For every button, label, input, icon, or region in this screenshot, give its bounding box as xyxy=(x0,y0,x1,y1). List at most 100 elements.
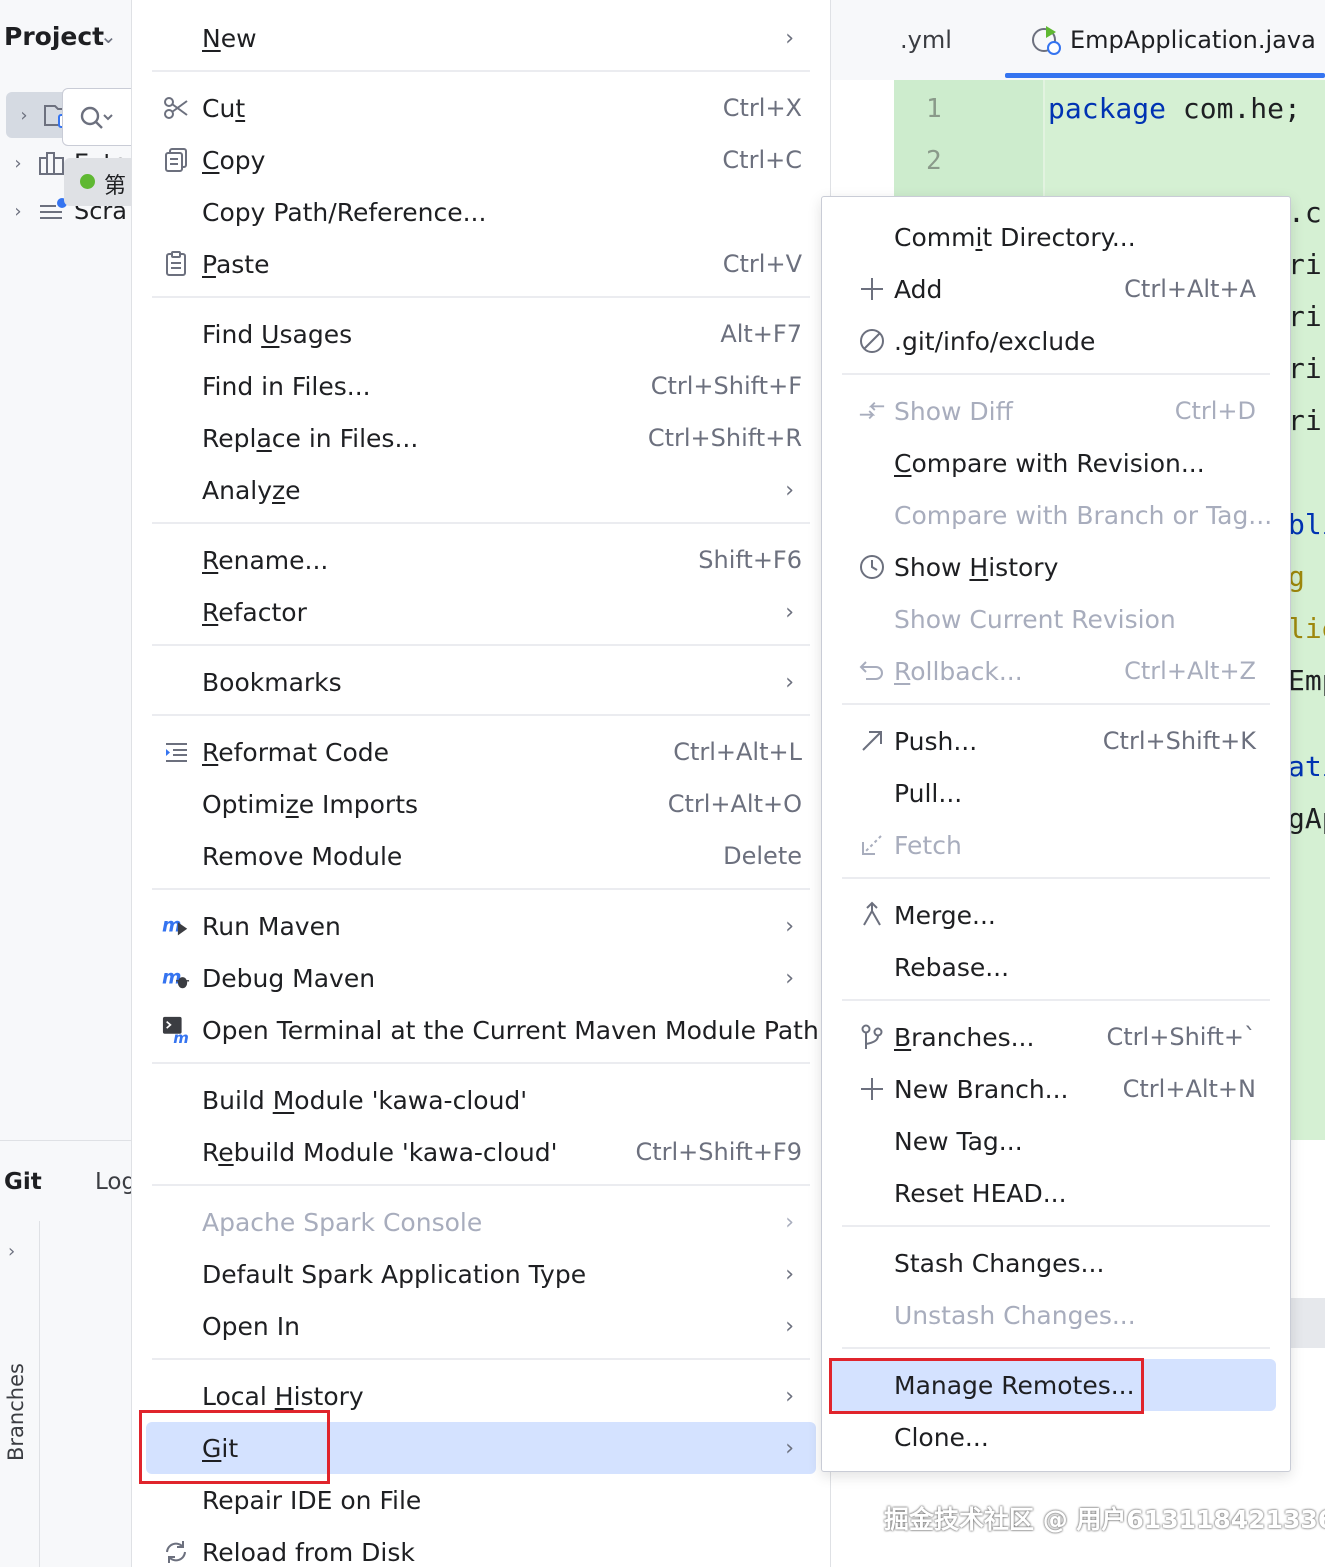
menu-item-new-tag[interactable]: New Tag... xyxy=(830,1115,1276,1167)
menu-item-label: Rebase... xyxy=(894,952,1010,982)
menu-item-label: Repair IDE on File xyxy=(202,1485,422,1515)
menu-item-show-history[interactable]: Show History xyxy=(830,541,1276,593)
menu-item-reset-head[interactable]: Reset HEAD... xyxy=(830,1167,1276,1219)
clipboard-icon xyxy=(162,250,190,278)
code-text: com.he; xyxy=(1166,92,1301,125)
shortcut-label: Ctrl+D xyxy=(1174,397,1256,425)
menu-item-run-maven[interactable]: m Run Maven › xyxy=(146,900,816,952)
mnemonic-letter: M xyxy=(272,1085,295,1115)
menu-item-new-branch[interactable]: New Branch... Ctrl+Alt+N xyxy=(830,1063,1276,1115)
tab-yml[interactable]: .yml xyxy=(900,26,952,54)
mnemonic-letter: C xyxy=(894,448,912,478)
editor-row-highlight xyxy=(1288,1298,1325,1348)
menu-item-default-spark-app-type[interactable]: Default Spark Application Type › xyxy=(146,1248,816,1300)
chevron-right-icon[interactable]: › xyxy=(0,201,36,222)
shortcut-label: Ctrl+V xyxy=(722,250,802,278)
menu-item-copy[interactable]: Copy Ctrl+C xyxy=(146,134,816,186)
menu-item-branches[interactable]: Branches... Ctrl+Shift+` xyxy=(830,1011,1276,1063)
mnemonic-letter: z xyxy=(272,475,286,505)
mnemonic-letter: C xyxy=(202,145,220,175)
history-icon xyxy=(858,553,886,581)
menu-item-stash-changes[interactable]: Stash Changes... xyxy=(830,1237,1276,1289)
chevron-down-icon[interactable]: ⌄ xyxy=(100,24,117,48)
menu-item-refactor[interactable]: Refactor › xyxy=(146,586,816,638)
menu-item-find-usages[interactable]: Find Usages Alt+F7 xyxy=(146,308,816,360)
code-fragment: bli xyxy=(1288,508,1325,541)
menu-item-paste[interactable]: Paste Ctrl+V xyxy=(146,238,816,290)
search-icon xyxy=(80,106,113,129)
menu-item-cut[interactable]: Cut Ctrl+X xyxy=(146,82,816,134)
tab-log[interactable]: Log xyxy=(95,1169,136,1195)
menu-item-bookmarks[interactable]: Bookmarks › xyxy=(146,656,816,708)
menu-item-merge[interactable]: Merge... xyxy=(830,889,1276,941)
menu-item-label: Reset HEAD... xyxy=(894,1178,1067,1208)
menu-item-reformat-code[interactable]: Reformat Code Ctrl+Alt+L xyxy=(146,726,816,778)
chevron-right-icon[interactable]: › xyxy=(0,153,36,174)
project-title[interactable]: Project xyxy=(4,22,104,51)
shortcut-label: Ctrl+Alt+A xyxy=(1124,275,1256,303)
menu-item-label: Copy xyxy=(202,145,266,175)
shortcut-label: Ctrl+Shift+K xyxy=(1102,727,1256,755)
menu-item-open-in[interactable]: Open In › xyxy=(146,1300,816,1352)
menu-separator xyxy=(152,70,810,72)
menu-item-copy-path[interactable]: Copy Path/Reference... xyxy=(146,186,816,238)
menu-item-label: Unstash Changes... xyxy=(894,1300,1136,1330)
menu-item-label: .git/info/exclude xyxy=(894,326,1096,356)
scissors-icon xyxy=(162,94,190,122)
chevron-right-icon: › xyxy=(785,965,794,991)
menu-item-label: Merge... xyxy=(894,900,996,930)
reload-icon xyxy=(162,1538,190,1566)
mnemonic-letter: R xyxy=(202,597,219,627)
menu-item-push[interactable]: Push... Ctrl+Shift+K xyxy=(830,715,1276,767)
menu-item-rebuild-module[interactable]: Rebuild Module 'kawa-cloud' Ctrl+Shift+F… xyxy=(146,1126,816,1178)
menu-item-rebase[interactable]: Rebase... xyxy=(830,941,1276,993)
menu-item-pull[interactable]: Pull... xyxy=(830,767,1276,819)
menu-item-open-terminal-maven[interactable]: m Open Terminal at the Current Maven Mod… xyxy=(146,1004,819,1056)
menu-item-remove-module[interactable]: Remove Module Delete xyxy=(146,830,816,882)
menu-item-label: Default Spark Application Type xyxy=(202,1259,587,1289)
menu-item-label: New Branch... xyxy=(894,1074,1069,1104)
menu-item-label: Apache Spark Console xyxy=(202,1207,483,1237)
menu-item-optimize-imports[interactable]: Optimize Imports Ctrl+Alt+O xyxy=(146,778,816,830)
chevron-right-icon[interactable]: › xyxy=(8,1241,15,1262)
plus-icon xyxy=(858,1075,886,1103)
mnemonic-letter: R xyxy=(202,737,219,767)
tab-label: EmpApplication.java xyxy=(1070,26,1316,54)
menu-item-rename[interactable]: Rename... Shift+F6 xyxy=(146,534,816,586)
branches-strip: › Branches xyxy=(0,1221,40,1567)
menu-item-label: Bookmarks xyxy=(202,667,342,697)
tab-emp-application[interactable]: EmpApplication.java xyxy=(1030,24,1316,56)
menu-item-reload-from-disk[interactable]: Reload from Disk xyxy=(146,1526,816,1567)
shortcut-label: Ctrl+Alt+L xyxy=(673,738,802,766)
plus-icon xyxy=(858,275,886,303)
menu-item-label: Rebuild Module 'kawa-cloud' xyxy=(202,1137,558,1167)
project-context-menu: New › Cut Ctrl+X Copy Ctrl+C Copy Path/R… xyxy=(131,0,831,1567)
active-tab-indicator xyxy=(1005,73,1325,78)
menu-item-analyze[interactable]: Analyze › xyxy=(146,464,816,516)
menu-item-find-in-files[interactable]: Find in Files... Ctrl+Shift+F xyxy=(146,360,816,412)
menu-item-label: Compare with Branch or Tag... xyxy=(894,500,1273,530)
menu-item-replace-in-files[interactable]: Replace in Files... Ctrl+Shift+R xyxy=(146,412,816,464)
shortcut-label: Ctrl+Shift+R xyxy=(647,424,802,452)
menu-item-rollback: Rollback... Ctrl+Alt+Z xyxy=(830,645,1276,697)
menu-item-label: Optimize Imports xyxy=(202,789,419,819)
menu-item-git-exclude[interactable]: .git/info/exclude xyxy=(830,315,1276,367)
menu-item-add[interactable]: Add Ctrl+Alt+A xyxy=(830,263,1276,315)
menu-item-commit-directory[interactable]: Commit Directory... xyxy=(830,211,1276,263)
menu-item-new[interactable]: New › xyxy=(146,12,816,64)
menu-item-debug-maven[interactable]: m Debug Maven › xyxy=(146,952,816,1004)
menu-item-label: Paste xyxy=(202,249,270,279)
mnemonic-letter: H xyxy=(969,552,989,582)
menu-item-label: Show Diff xyxy=(894,396,1013,426)
mnemonic-letter: H xyxy=(274,1381,294,1411)
chevron-right-icon[interactable]: › xyxy=(6,105,42,126)
menu-item-clone[interactable]: Clone... xyxy=(830,1411,1276,1463)
copy-icon xyxy=(162,146,190,174)
menu-item-compare-with-revision[interactable]: Compare with Revision... xyxy=(830,437,1276,489)
git-pane-title[interactable]: Git xyxy=(4,1169,42,1195)
chevron-right-icon: › xyxy=(785,1209,794,1235)
code-line[interactable]: package com.he; xyxy=(1048,92,1301,125)
menu-separator xyxy=(152,714,810,716)
branches-label[interactable]: Branches xyxy=(4,1363,28,1461)
menu-item-build-module[interactable]: Build Module 'kawa-cloud' xyxy=(146,1074,816,1126)
